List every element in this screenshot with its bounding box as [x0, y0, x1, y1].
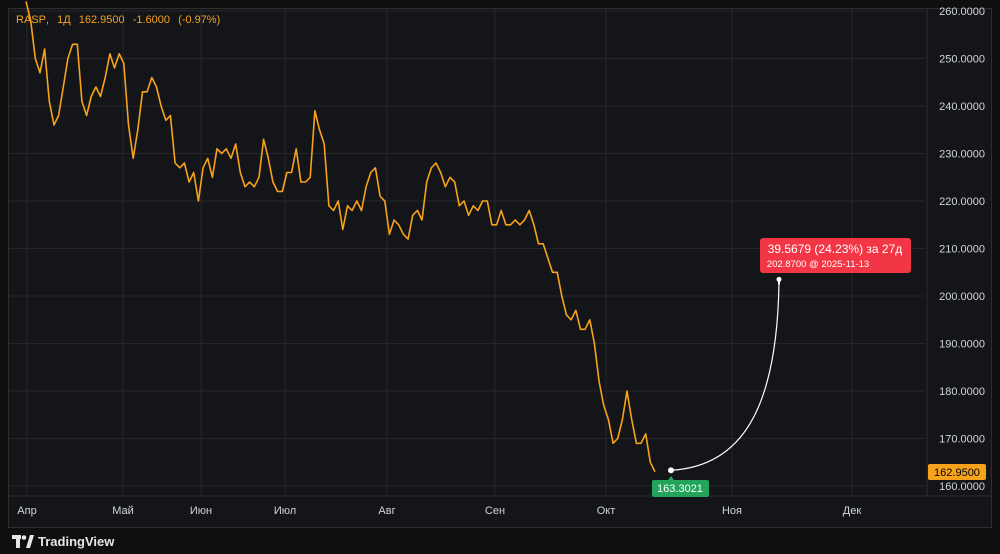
y-tick-label: 210.0000: [939, 244, 985, 256]
legend-change-pct: (-0.97%): [178, 14, 221, 26]
forecast-target-pin: [778, 280, 780, 285]
x-tick-label: Авг: [378, 505, 395, 517]
x-tick-label: Май: [112, 505, 134, 517]
x-tick-label: Июн: [190, 505, 212, 517]
legend-change: -1.6000: [132, 14, 170, 26]
forecast-start-label-arrow: [668, 476, 674, 480]
tradingview-logo[interactable]: TradingView: [12, 532, 114, 550]
y-tick-label: 200.0000: [939, 291, 985, 303]
forecast-target-subline: 202.8700 @ 2025-11-13: [767, 259, 869, 270]
y-tick-label: 180.0000: [939, 386, 985, 398]
y-tick-label: 160.0000: [939, 481, 985, 493]
x-tick-label: Июл: [274, 505, 296, 517]
x-tick-label: Апр: [17, 505, 36, 517]
x-tick-label: Окт: [597, 505, 616, 517]
y-tick-label: 230.0000: [939, 149, 985, 161]
last-price-tag: 162.9500: [934, 467, 980, 479]
x-tick-label: Ноя: [722, 505, 742, 517]
forecast-start-label: 163.3021: [657, 483, 703, 495]
y-tick-label: 260.0000: [939, 6, 985, 18]
y-tick-label: 190.0000: [939, 339, 985, 351]
x-tick-label: Дек: [843, 505, 862, 517]
chart-canvas[interactable]: 160.0000 170.0000 180.0000 190.0000 200.0000…: [0, 0, 1000, 528]
forecast-target-headline: 39.5679 (24.23%) за 27д: [768, 242, 903, 256]
y-tick-label: 240.0000: [939, 101, 985, 113]
forecast-start-point[interactable]: [668, 467, 674, 474]
tradingview-logo-text: TradingView: [38, 533, 115, 549]
x-tick-label: Сен: [485, 505, 505, 517]
y-tick-label: 170.0000: [939, 434, 985, 446]
legend-symbol: RASP: [16, 14, 46, 26]
forecast-curve: [670, 282, 780, 471]
price-line: [25, 1, 656, 473]
symbol-legend: RASP, 1Д 162.9500 -1.6000 (-0.97%): [16, 14, 225, 26]
footer-bar: [0, 528, 1000, 554]
legend-sep: ,: [45, 14, 50, 26]
y-tick-label: 250.0000: [939, 54, 985, 66]
y-tick-label: 220.0000: [939, 196, 985, 208]
legend-interval: 1Д: [57, 14, 71, 26]
tradingview-logo-icon: [12, 534, 34, 548]
legend-price: 162.9500: [78, 14, 125, 26]
